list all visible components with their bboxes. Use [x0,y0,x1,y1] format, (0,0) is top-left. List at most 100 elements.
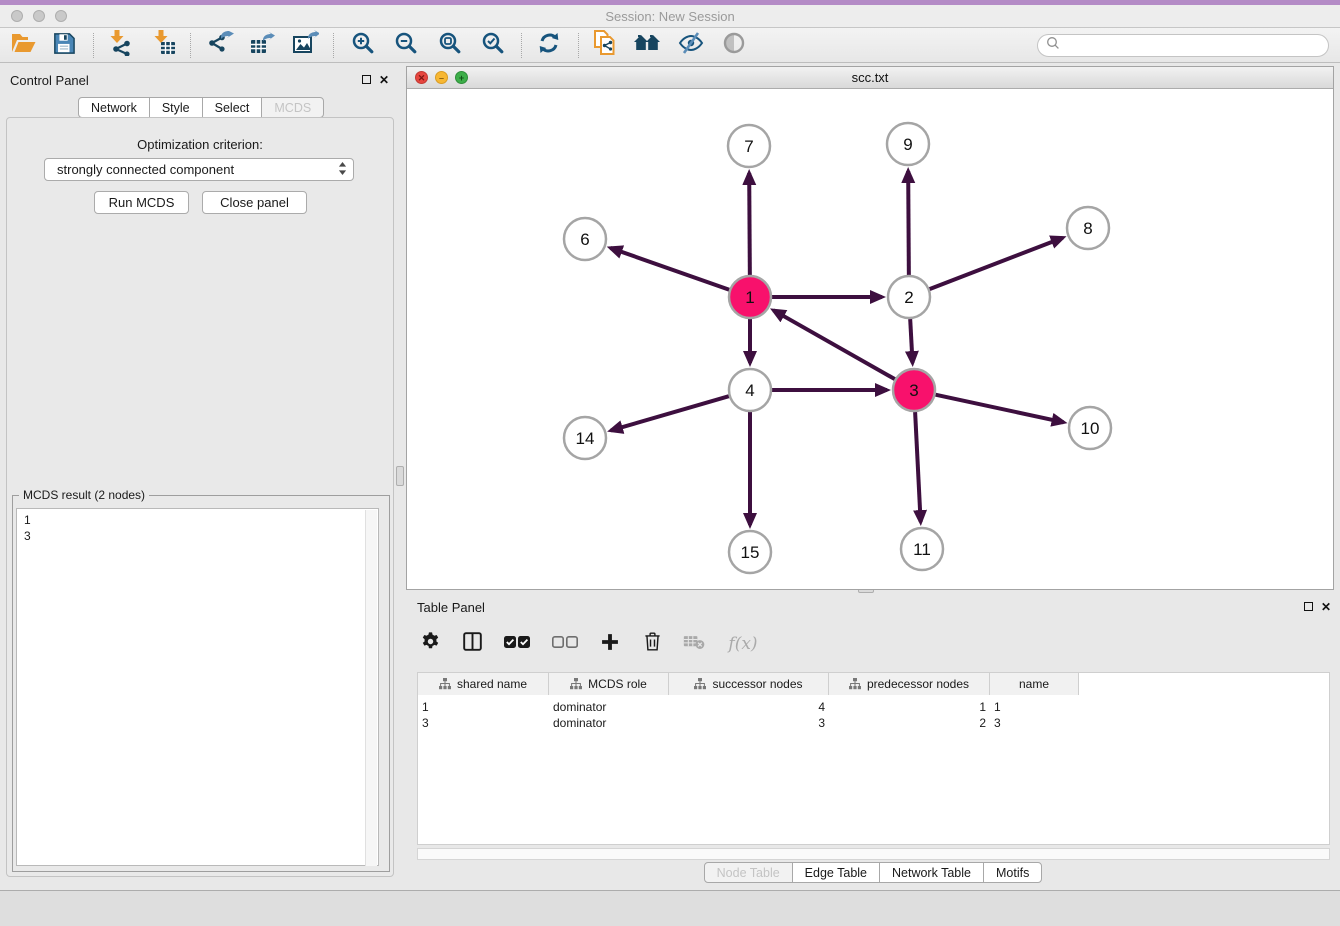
status-bar: Memory [0,890,1340,926]
window-title: Session: New Session [0,9,1340,24]
open-folder-icon [11,31,36,59]
node-table: shared name MCDS role successor nodes pr… [417,672,1330,845]
search-icon [1046,36,1060,55]
graph-edge-4-14[interactable] [611,396,729,430]
home-icon [633,32,661,59]
function-builder-button[interactable]: f(x) [723,631,763,657]
column-header-successor-nodes[interactable]: successor nodes [669,673,829,695]
zoom-selected-button[interactable] [475,29,511,61]
checked-boxes-icon [503,634,531,655]
column-header-mcds-role[interactable]: MCDS role [549,673,669,695]
table-row[interactable]: 1 dominator 4 1 1 [418,699,1331,715]
toolbar-separator [578,33,579,58]
graph-edge-1-7[interactable] [749,173,750,275]
tab-network-table[interactable]: Network Table [879,862,984,883]
delete-table-icon [683,633,705,656]
cell-shared-name: 1 [418,700,549,714]
export-image-button[interactable] [288,29,324,61]
cell-shared-name: 3 [418,716,549,730]
save-session-button[interactable] [46,29,82,61]
home-button[interactable] [629,29,665,61]
hide-graphics-button[interactable] [673,29,709,61]
close-icon: ✕ [1321,600,1331,614]
create-column-button[interactable] [597,631,623,657]
cell-successor-nodes: 3 [669,716,829,730]
tab-edge-table[interactable]: Edge Table [792,862,880,883]
graph-node-label: 2 [904,288,913,307]
tree-icon [849,678,861,690]
graph-edge-3-1[interactable] [773,310,894,379]
table-settings-button[interactable] [417,631,443,657]
network-window: ✕ – + scc.txt 7968124314101511 [406,66,1334,590]
table-horizontal-scrollbar[interactable] [417,848,1330,860]
search-input[interactable] [1060,39,1328,53]
delete-column-button[interactable] [639,631,665,657]
control-panel-tabs: Network Style Select MCDS [78,97,324,118]
table-panel-float-button[interactable] [1301,601,1315,614]
graph-node-label: 6 [580,230,589,249]
mcds-result-textarea[interactable]: 1 3 [16,508,379,866]
graph-node-label: 8 [1083,219,1092,238]
graph-edge-3-10[interactable] [936,395,1064,423]
network-title: scc.txt [407,70,1333,85]
clone-network-icon [592,29,618,62]
graph-node-label: 7 [744,137,753,156]
result-scrollbar[interactable] [365,510,377,866]
zoom-selected-icon [481,31,505,60]
graph-edge-1-6[interactable] [610,248,729,290]
import-network-button[interactable] [103,29,139,61]
table-row[interactable]: 3 dominator 3 2 3 [418,715,1331,731]
vertical-divider-grip[interactable] [396,466,404,486]
titlebar: Session: New Session [0,5,1340,28]
tab-network[interactable]: Network [78,97,150,118]
table-panel-close-button[interactable]: ✕ [1319,601,1333,614]
column-layout-button[interactable] [459,631,485,657]
export-network-button[interactable] [203,29,239,61]
import-network-icon [108,30,134,61]
graph-edge-2-8[interactable] [930,238,1063,289]
tab-node-table[interactable]: Node Table [704,862,793,883]
deselect-all-button[interactable] [549,631,581,657]
float-icon [362,75,371,84]
graph-edge-2-3[interactable] [910,319,912,363]
export-network-icon [208,30,234,61]
zoom-in-icon [351,31,375,60]
delete-table-button[interactable] [681,631,707,657]
open-session-button[interactable] [5,29,41,61]
search-field [1037,34,1329,57]
table-panel: Table Panel ✕ f(x) shared name MCDS role… [406,594,1340,890]
column-header-name[interactable]: name [990,673,1079,695]
export-table-button[interactable] [244,29,280,61]
select-all-button[interactable] [501,631,533,657]
refresh-button[interactable] [531,29,567,61]
control-panel-float-button[interactable] [359,74,373,87]
optimization-criterion-label: Optimization criterion: [0,137,400,152]
control-panel-close-button[interactable]: ✕ [377,74,391,87]
tree-icon [694,678,706,690]
toolbar-separator [333,33,334,58]
zoom-out-button[interactable] [388,29,424,61]
graph-edge-2-9[interactable] [908,171,909,275]
column-header-shared-name[interactable]: shared name [418,673,549,695]
tab-style[interactable]: Style [149,97,203,118]
refresh-icon [537,31,561,60]
cell-predecessor-nodes: 2 [829,716,990,730]
run-mcds-button[interactable]: Run MCDS [94,191,189,214]
clone-network-button[interactable] [587,29,623,61]
show-graphics-button[interactable] [716,29,752,61]
export-table-icon [249,30,275,61]
zoom-fit-button[interactable] [432,29,468,61]
network-graph[interactable]: 7968124314101511 [407,89,1333,589]
column-header-predecessor-nodes[interactable]: predecessor nodes [829,673,990,695]
close-panel-button[interactable]: Close panel [202,191,307,214]
graph-edge-3-11[interactable] [915,412,921,522]
optimization-criterion-select[interactable]: strongly connected component [44,158,354,181]
tab-select[interactable]: Select [202,97,263,118]
graph-node-label: 10 [1081,419,1100,438]
zoom-fit-icon [438,31,462,60]
fx-icon: f(x) [728,634,757,654]
import-table-button[interactable] [146,29,182,61]
tab-motifs[interactable]: Motifs [983,862,1042,883]
tab-mcds[interactable]: MCDS [261,97,324,118]
zoom-in-button[interactable] [345,29,381,61]
